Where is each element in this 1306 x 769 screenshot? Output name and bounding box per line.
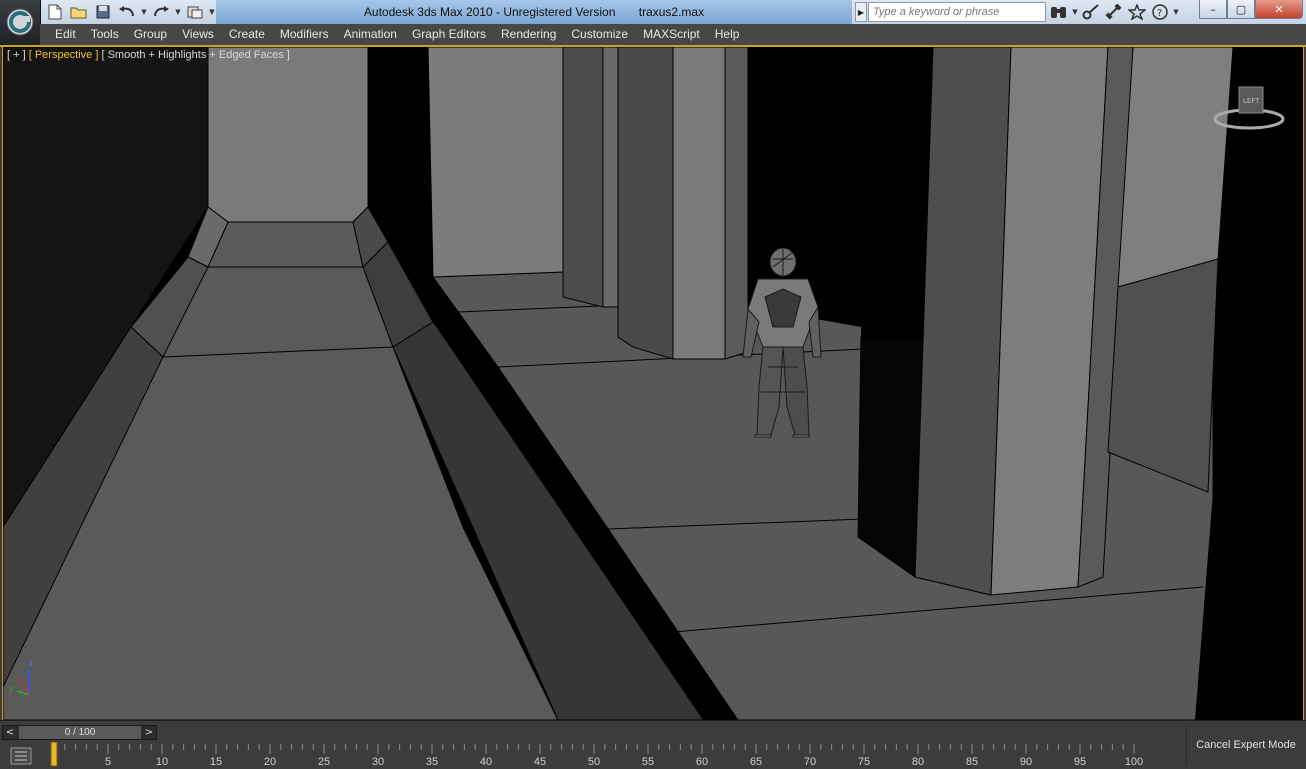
- menu-modifiers[interactable]: Modifiers: [273, 24, 336, 45]
- axis-x-label: x: [17, 676, 22, 685]
- window-title: Autodesk 3ds Max 2010 - Unregistered Ver…: [216, 0, 852, 24]
- axis-z-label: z: [29, 659, 33, 668]
- time-slider-prev-button[interactable]: <: [3, 726, 17, 739]
- ruler-tick-label: 35: [426, 756, 438, 768]
- star-icon[interactable]: [1126, 2, 1148, 22]
- ruler-tick-label: 80: [912, 756, 924, 768]
- viewcube-icon[interactable]: LEFT: [1211, 79, 1291, 139]
- window-title-filename: traxus2.max: [638, 5, 705, 19]
- menu-create[interactable]: Create: [222, 24, 272, 45]
- ruler-tick-label: 95: [1074, 756, 1086, 768]
- undo-dropdown-icon[interactable]: ▼: [140, 2, 148, 22]
- viewport-point-of-view[interactable]: [ Perspective ]: [29, 49, 99, 61]
- quick-access-toolbar: ▼ ▼ ▼: [44, 2, 216, 22]
- track-bar-ruler[interactable]: 5 10 15 20 25 30 35 40 45 50 55 60 65 70 75 80 85 90 95 100: [48, 742, 1184, 768]
- open-folder-icon[interactable]: [68, 2, 90, 22]
- ruler-tick-label: 15: [210, 756, 222, 768]
- title-bar: ▼ ▼ ▼ Autodesk 3ds Max 2010 - Unregister…: [0, 0, 1306, 25]
- menu-group[interactable]: Group: [127, 24, 174, 45]
- menu-rendering[interactable]: Rendering: [494, 24, 563, 45]
- menu-views[interactable]: Views: [175, 24, 221, 45]
- search-expand-button[interactable]: ▶: [855, 2, 867, 22]
- new-file-icon[interactable]: [44, 2, 66, 22]
- ruler-tick-label: 85: [966, 756, 978, 768]
- qa-customize-dropdown-icon[interactable]: ▼: [208, 2, 216, 22]
- pillar: [602, 47, 619, 308]
- svg-text:?: ?: [1157, 8, 1162, 19]
- right-wall-lower: [1107, 258, 1219, 493]
- pillar: [617, 47, 674, 360]
- window-controls: – ▢ ✕: [1199, 0, 1303, 19]
- ruler-tick-label: 50: [588, 756, 600, 768]
- close-button[interactable]: ✕: [1255, 0, 1303, 19]
- menu-tools[interactable]: Tools: [84, 24, 126, 45]
- app-logo-icon: [6, 8, 34, 36]
- back-wall: [427, 47, 564, 278]
- pillar: [724, 47, 749, 360]
- ruler-tick-label: 60: [696, 756, 708, 768]
- redo-icon[interactable]: [150, 2, 172, 22]
- scene-render: [3, 47, 1303, 720]
- undo-icon[interactable]: [116, 2, 138, 22]
- project-folder-icon[interactable]: [184, 2, 206, 22]
- perspective-viewport[interactable]: [ + ] [ Perspective ] [ Smooth + Highlig…: [2, 47, 1304, 720]
- time-slider-next-button[interactable]: >: [142, 726, 156, 739]
- info-center-toolbar: ▼ ? ▼: [1048, 2, 1180, 22]
- help-dropdown-icon[interactable]: ▼: [1172, 2, 1180, 22]
- ruler-tick-label: 45: [534, 756, 546, 768]
- key-icon[interactable]: [1080, 2, 1102, 22]
- viewport-menu-plus[interactable]: [ + ]: [7, 49, 26, 61]
- ruler-tick-label: 10: [156, 756, 168, 768]
- menu-animation[interactable]: Animation: [337, 24, 404, 45]
- menu-help[interactable]: Help: [708, 24, 747, 45]
- ruler-tick-label: 30: [372, 756, 384, 768]
- search-input[interactable]: Type a keyword or phrase: [868, 2, 1046, 22]
- viewcube-face-label: LEFT: [1243, 97, 1260, 105]
- far-wall: [207, 47, 369, 223]
- time-slider[interactable]: < 0 / 100 >: [2, 725, 157, 740]
- ruler-tick-label: 70: [804, 756, 816, 768]
- binoculars-icon[interactable]: [1048, 2, 1070, 22]
- help-icon[interactable]: ?: [1149, 2, 1171, 22]
- ruler-tick-label: 75: [858, 756, 870, 768]
- menu-graph-editors[interactable]: Graph Editors: [405, 24, 493, 45]
- save-icon[interactable]: [92, 2, 114, 22]
- axis-y-label: y: [9, 684, 14, 693]
- ruler-tick-label: 25: [318, 756, 330, 768]
- menu-customize[interactable]: Customize: [564, 24, 635, 45]
- window-title-app: Autodesk 3ds Max 2010 - Unregistered Ver…: [363, 5, 616, 19]
- binoculars-dropdown-icon[interactable]: ▼: [1071, 2, 1079, 22]
- viewport-shading-mode[interactable]: [ Smooth + Highlights + Edged Faces ]: [101, 49, 289, 61]
- pillar: [672, 47, 726, 360]
- cancel-expert-mode-button[interactable]: Cancel Expert Mode: [1186, 725, 1305, 765]
- ruler-tick-label: 20: [264, 756, 276, 768]
- time-slider-thumb[interactable]: 0 / 100: [19, 726, 141, 739]
- menu-bar: Edit Tools Group Views Create Modifiers …: [40, 24, 1306, 45]
- ruler-tick-label: 40: [480, 756, 492, 768]
- ruler-tick-label: 65: [750, 756, 762, 768]
- ruler-tick-label: 5: [105, 756, 111, 768]
- axis-tripod-icon: z y x: [9, 659, 33, 696]
- timeline-panel: < 0 / 100 > 5 10 15 20 25 30 35 40 45 50 55 60 65 70 7…: [0, 720, 1306, 768]
- ruler-tick-label: 55: [642, 756, 654, 768]
- menu-maxscript[interactable]: MAXScript: [636, 24, 707, 45]
- maximize-button[interactable]: ▢: [1227, 0, 1255, 19]
- ruler-tick-label: 90: [1020, 756, 1032, 768]
- menu-edit[interactable]: Edit: [48, 24, 83, 45]
- minimize-button[interactable]: –: [1199, 0, 1227, 19]
- application-button[interactable]: [0, 0, 41, 45]
- redo-dropdown-icon[interactable]: ▼: [174, 2, 182, 22]
- ruler-tick-label: 100: [1125, 756, 1143, 768]
- pillar: [562, 47, 604, 308]
- viewport-label[interactable]: [ + ] [ Perspective ] [ Smooth + Highlig…: [7, 49, 290, 61]
- satellite-icon[interactable]: [1103, 2, 1125, 22]
- current-frame-marker[interactable]: [50, 742, 58, 767]
- track-bar-toggle-icon[interactable]: [10, 747, 32, 765]
